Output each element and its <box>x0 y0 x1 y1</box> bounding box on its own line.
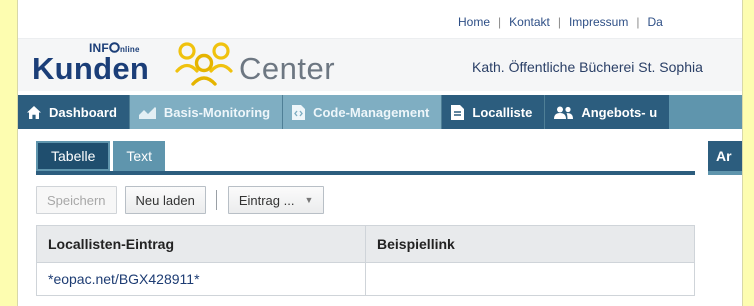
nav-item-basis-monitoring[interactable]: Basis-Monitoring <box>129 95 284 129</box>
nav-item-angebote[interactable]: Angebots- u <box>545 95 670 129</box>
code-file-icon <box>292 104 306 120</box>
top-links: Home | Kontakt | Impressum | Da <box>458 15 663 29</box>
column-header-beispiellink[interactable]: Beispiellink <box>366 226 694 262</box>
entry-dropdown-label: Eintrag ... <box>238 192 295 208</box>
nav-item-code-management[interactable]: Code-Management <box>283 95 443 129</box>
header: INF nline Kunden Center Kath. Öffentlich… <box>18 38 742 91</box>
link-datenschutz[interactable]: Da <box>647 15 662 29</box>
nav-label: Dashboard <box>49 104 117 120</box>
toolbar: Speichern Neu laden Eintrag ... ▼ <box>36 186 325 214</box>
table-row[interactable]: *eopac.net/BGX428911* <box>37 263 694 295</box>
tab-text[interactable]: Text <box>113 141 166 171</box>
cell-eintrag[interactable]: *eopac.net/BGX428911* <box>37 263 366 295</box>
people-group-icon <box>174 41 234 92</box>
right-panel-underline <box>708 171 742 175</box>
users-icon <box>554 106 574 119</box>
right-margin-line <box>742 0 743 306</box>
entry-dropdown[interactable]: Eintrag ... ▼ <box>227 186 325 214</box>
home-icon <box>27 105 41 119</box>
logo-word-center: Center <box>239 51 336 86</box>
tab-tabelle[interactable]: Tabelle <box>36 141 111 171</box>
nav-item-localliste[interactable]: Localliste <box>442 95 546 129</box>
toolbar-separator <box>215 190 217 210</box>
main-nav: Dashboard Basis-Monitoring Code-Manageme… <box>18 95 742 129</box>
reload-button[interactable]: Neu laden <box>124 186 206 214</box>
view-tabs: Tabelle Text <box>36 141 166 171</box>
page: Home | Kontakt | Impressum | Da INF nline Kunde… <box>18 0 742 306</box>
separator: | <box>498 15 502 29</box>
tab-underline <box>36 171 695 175</box>
nav-label: Localliste <box>472 104 533 120</box>
logo-word-kunden: Kunden <box>32 51 150 86</box>
chart-icon <box>138 106 156 119</box>
nav-label: Basis-Monitoring <box>163 104 271 120</box>
nav-label: Code-Management <box>313 104 430 120</box>
link-impressum[interactable]: Impressum <box>569 15 628 29</box>
library-name: Kath. Öffentliche Bücherei St. Sophia <box>472 59 703 75</box>
caret-down-icon: ▼ <box>304 195 314 205</box>
nav-item-dashboard[interactable]: Dashboard <box>18 95 130 129</box>
link-kontakt[interactable]: Kontakt <box>509 15 550 29</box>
save-button[interactable]: Speichern <box>36 186 117 214</box>
separator: | <box>636 15 640 29</box>
separator: | <box>557 15 561 29</box>
document-icon <box>451 104 465 120</box>
table-header: Locallisten-Eintrag Beispiellink <box>37 226 694 263</box>
right-panel-tab[interactable]: Ar <box>708 141 742 171</box>
localliste-table: Locallisten-Eintrag Beispiellink *eopac.… <box>36 225 695 296</box>
kunden-center-logo[interactable]: INF nline Kunden Center <box>32 39 352 91</box>
column-header-eintrag[interactable]: Locallisten-Eintrag <box>37 226 366 262</box>
nav-label: Angebots- u <box>581 104 658 120</box>
link-home[interactable]: Home <box>458 15 490 29</box>
cell-beispiellink[interactable] <box>366 263 694 295</box>
